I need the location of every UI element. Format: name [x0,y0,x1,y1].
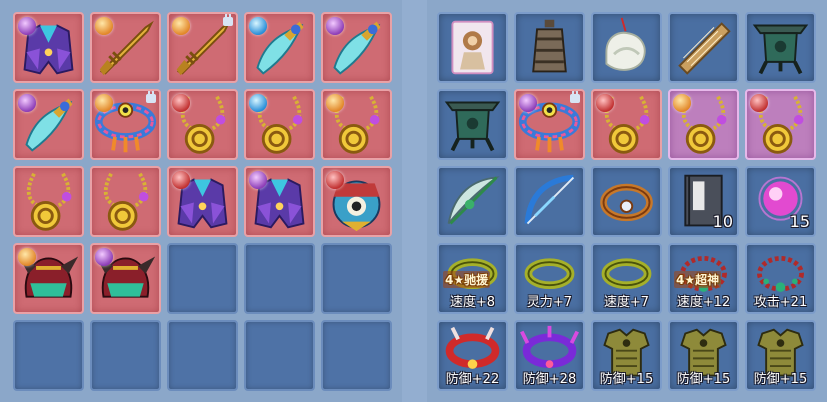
empty-inventory-slot[interactable] [13,320,84,391]
inventory-slot[interactable]: 15 [745,166,816,237]
empty-inventory-slot[interactable] [244,320,315,391]
inventory-slot[interactable] [167,89,238,160]
empty-inventory-slot[interactable] [167,320,238,391]
rune-badge-icon [172,17,190,35]
item-stat: 速度+12 [676,295,731,310]
inventory-slot[interactable] [244,12,315,83]
inventory-slot[interactable] [244,166,315,237]
inventory-slot[interactable]: 灵力+7 [514,243,585,314]
lock-icon [223,14,233,26]
item-stat: 防御+15 [599,372,654,387]
item-count: 10 [712,212,733,231]
inventory-slot[interactable] [668,89,739,160]
empty-inventory-slot[interactable] [244,243,315,314]
jade-bow-icon [439,168,506,235]
inventory-slot[interactable] [514,89,585,160]
empty-inventory-slot[interactable] [90,320,161,391]
panel-divider [402,0,427,402]
rune-badge-icon [519,94,537,112]
empty-inventory-slot[interactable] [167,243,238,314]
item-count: 15 [789,212,810,231]
item-stat: 防御+15 [676,372,731,387]
inventory-slot[interactable] [90,243,161,314]
inventory-slot[interactable] [437,166,508,237]
inventory-slot[interactable] [591,12,662,83]
inventory-slot[interactable] [321,12,392,83]
bronze-bell-icon [516,14,583,81]
blue-bow-icon [516,168,583,235]
inventory-slot[interactable] [13,12,84,83]
rune-badge-icon [673,94,691,112]
inventory-slot[interactable] [167,166,238,237]
jade-phoenix-icon [593,14,660,81]
inventory-slot[interactable] [90,166,161,237]
rune-badge-icon [249,94,267,112]
item-tag: 4★驰援 [443,271,491,288]
item-stat: 速度+7 [603,295,650,310]
inventory-slot[interactable]: 防御+28 [514,320,585,391]
rune-badge-icon [95,94,113,112]
rune-badge-icon [249,171,267,189]
rune-badge-icon [95,248,113,266]
item-stat: 防御+28 [522,372,577,387]
inventory-slot[interactable]: 速度+7 [591,243,662,314]
rune-badge-icon [95,17,113,35]
empty-inventory-slot[interactable] [321,243,392,314]
inventory-slot[interactable] [591,89,662,160]
inventory-slot[interactable] [437,12,508,83]
lock-icon [570,91,580,103]
inventory-slot[interactable]: 4★超神速度+12 [668,243,739,314]
gold-amulet-icon [15,168,82,235]
rune-badge-icon [750,94,768,112]
item-stat: 速度+8 [449,295,496,310]
inventory-slot[interactable]: 防御+15 [745,320,816,391]
bronze-cauldron-icon [439,91,506,158]
inventory-slot[interactable]: 10 [668,166,739,237]
inventory-slot[interactable] [514,166,585,237]
inventory-slot[interactable] [244,89,315,160]
monkey-card-icon [439,14,506,81]
inventory-slot[interactable]: 防御+15 [591,320,662,391]
inventory-slot[interactable] [13,166,84,237]
inventory-slot[interactable] [745,12,816,83]
inventory-slot[interactable] [514,12,585,83]
inventory-slot[interactable] [90,89,161,160]
inventory-slot[interactable] [13,243,84,314]
bronze-cauldron-icon [747,14,814,81]
rune-badge-icon [326,17,344,35]
rune-badge-icon [18,248,36,266]
rune-badge-icon [249,17,267,35]
item-tag: 4★超神 [674,271,722,288]
inventory-slot[interactable] [591,166,662,237]
rune-badge-icon [18,17,36,35]
inventory-slot[interactable]: 防御+22 [437,320,508,391]
inventory-slot[interactable] [321,166,392,237]
rune-badge-icon [326,171,344,189]
rune-badge-icon [172,94,190,112]
empty-inventory-slot[interactable] [321,320,392,391]
inventory-slot[interactable]: 攻击+21 [745,243,816,314]
rune-badge-icon [596,94,614,112]
inventory-slot[interactable] [437,89,508,160]
item-stat: 攻击+21 [753,295,808,310]
lock-icon [146,91,156,103]
inventory-slot[interactable] [90,12,161,83]
gold-amulet-icon [92,168,159,235]
item-stat: 灵力+7 [526,295,573,310]
rune-badge-icon [18,94,36,112]
inventory-slot[interactable] [745,89,816,160]
gem-bracelet-icon [593,168,660,235]
rune-badge-icon [326,94,344,112]
inventory-slot[interactable]: 4★驰援速度+8 [437,243,508,314]
inventory-slot[interactable] [13,89,84,160]
rune-badge-icon [172,171,190,189]
item-stat: 防御+22 [445,372,500,387]
item-stat: 防御+15 [753,372,808,387]
inventory-slot[interactable] [167,12,238,83]
inventory-slot[interactable] [321,89,392,160]
inventory-slot[interactable] [668,12,739,83]
inventory-slot[interactable]: 防御+15 [668,320,739,391]
zither-icon [670,14,737,81]
